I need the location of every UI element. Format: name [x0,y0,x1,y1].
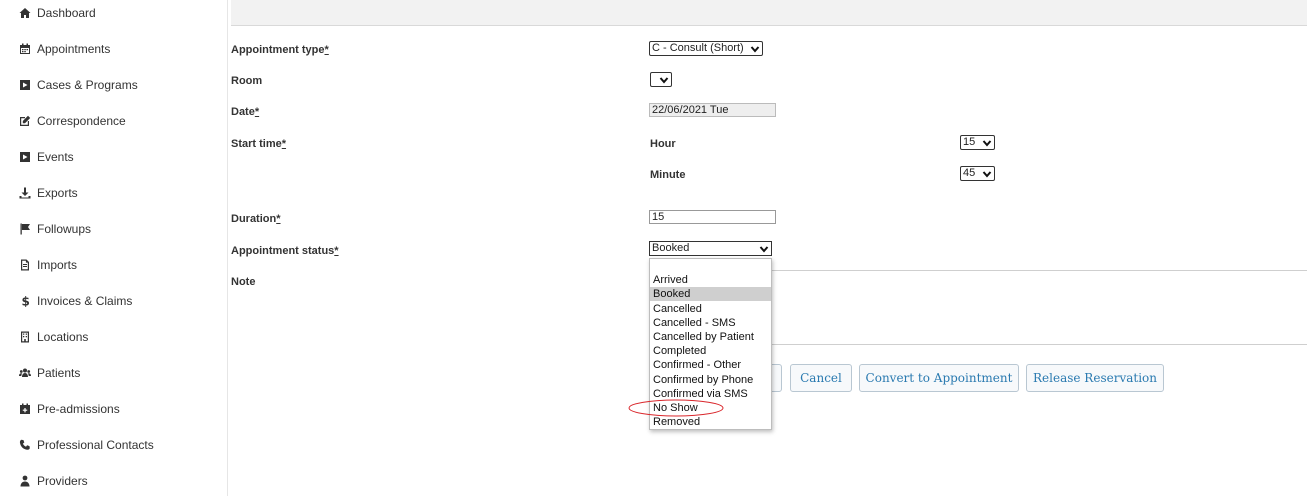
play-square-icon [20,80,30,90]
release-reservation-button[interactable]: Release Reservation [1026,364,1164,392]
dollar-icon: $ [22,295,30,307]
minute-select[interactable]: 45 [960,166,995,181]
calendar-plus-icon [20,403,30,414]
sidebar-item-appointments[interactable]: Appointments [19,40,110,58]
duration-label: Duration* [231,213,281,225]
sidebar-item-label: Exports [37,186,78,200]
appointment-status-select[interactable]: Booked [649,241,772,256]
status-option-cancelled[interactable]: Cancelled [650,302,771,316]
chevron-down-icon [982,171,992,178]
sidebar-item-events[interactable]: Events [19,148,74,166]
sidebar-item-cases-programs[interactable]: Cases & Programs [19,76,138,94]
svg-text:$: $ [22,295,30,307]
appointment-type-value: C - Consult (Short) [652,42,744,54]
start-time-label: Start time* [231,138,287,150]
sidebar-item-label: Followups [37,222,92,236]
sidebar-item-pre-admissions[interactable]: Pre-admissions [19,400,120,418]
appointment-type-label: Appointment type* [231,44,329,56]
cancel-button-label: Cancel [800,371,842,385]
sidebar-item-professional-contacts[interactable]: Professional Contacts [19,436,154,454]
calendar-icon [20,43,30,54]
cancel-button[interactable]: Cancel [790,364,852,392]
convert-button-label: Convert to Appointment [865,371,1013,385]
status-option-cancelled-sms[interactable]: Cancelled - SMS [650,316,771,330]
phone-icon [19,439,30,450]
sidebar-item-locations[interactable]: Locations [19,328,88,346]
sidebar-item-label: Professional Contacts [37,438,154,452]
sidebar-item-label: Locations [37,330,89,344]
sidebar: Dashboard Appointments Cases & Programs … [0,0,228,496]
hour-select[interactable]: 15 [960,135,995,150]
status-option-confirmed-by-phone[interactable]: Confirmed by Phone [650,373,771,387]
download-icon [19,187,31,199]
user-md-icon [20,475,30,487]
sidebar-item-label: Providers [37,474,88,488]
date-label: Date* [231,106,260,118]
duration-field[interactable]: 15 [649,210,776,224]
play-square-icon [20,152,30,162]
minute-label: Minute [650,169,686,181]
duration-value: 15 [652,211,665,223]
users-icon [19,368,31,377]
sidebar-item-patients[interactable]: Patients [19,364,80,382]
status-option-arrived[interactable]: Arrived [650,273,771,287]
sidebar-item-label: Imports [37,258,78,272]
convert-to-appointment-button[interactable]: Convert to Appointment [859,364,1019,392]
annotation-circle [628,399,724,417]
sidebar-item-label: Patients [37,366,81,380]
sidebar-item-label: Cases & Programs [37,78,138,92]
sidebar-item-imports[interactable]: Imports [19,256,77,274]
status-option-cancelled-by-patient[interactable]: Cancelled by Patient [650,330,771,344]
chevron-down-icon [750,46,760,53]
building-icon [21,331,29,343]
date-field[interactable]: 22/06/2021 Tue [649,103,776,117]
hour-label: Hour [650,138,676,150]
appointment-status-label: Appointment status* [231,245,339,257]
sidebar-item-label: Correspondence [37,114,126,128]
sidebar-item-dashboard[interactable]: Dashboard [19,4,96,22]
appointment-type-select[interactable]: C - Consult (Short) [649,41,763,56]
status-option-confirmed-other[interactable]: Confirmed - Other [650,358,771,372]
sidebar-item-providers[interactable]: Providers [19,472,88,490]
sidebar-item-label: Appointments [37,42,111,56]
sidebar-item-followups[interactable]: Followups [19,220,91,238]
status-option-booked[interactable]: Booked [650,287,771,301]
top-bar [231,0,1307,26]
sidebar-item-invoices-claims[interactable]: $ Invoices & Claims [19,292,133,310]
chevron-down-icon [659,77,669,84]
divider [772,344,1307,345]
status-option-completed[interactable]: Completed [650,344,771,358]
date-value: 22/06/2021 Tue [652,104,729,116]
home-icon [19,8,31,18]
sidebar-item-label: Invoices & Claims [37,294,133,308]
divider [772,270,1307,271]
edit-icon [20,115,31,126]
flag-icon [20,223,30,235]
appointment-status-value: Booked [652,242,690,254]
sidebar-item-label: Pre-admissions [37,402,120,416]
chevron-down-icon [982,140,992,147]
note-label: Note [231,276,256,288]
chevron-down-icon [759,246,769,253]
room-label: Room [231,75,263,87]
file-icon [21,259,29,271]
sidebar-item-correspondence[interactable]: Correspondence [19,112,126,130]
status-option-blank[interactable] [650,259,771,273]
sidebar-item-label: Events [37,150,74,164]
sidebar-item-exports[interactable]: Exports [19,184,78,202]
minute-value: 45 [963,167,976,179]
room-select[interactable] [650,72,672,87]
release-button-label: Release Reservation [1033,371,1157,385]
hour-value: 15 [963,136,976,148]
sidebar-item-label: Dashboard [37,6,96,20]
